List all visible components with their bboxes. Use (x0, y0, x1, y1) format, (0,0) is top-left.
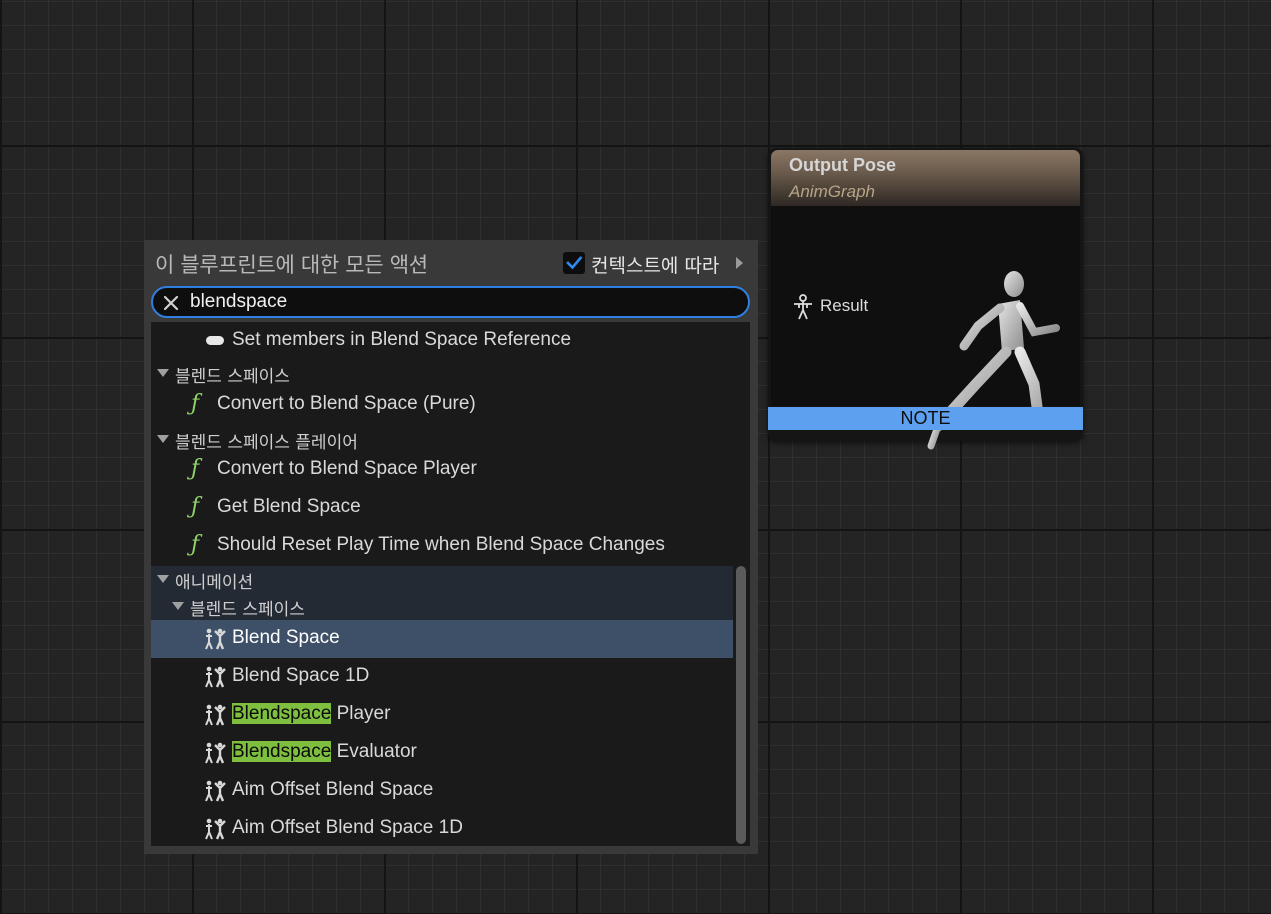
note-bar[interactable]: NOTE (768, 407, 1083, 430)
animation-node-icon (205, 780, 226, 802)
list-item-label: Get Blend Space (217, 496, 361, 517)
list-item[interactable]: ƒ Convert to Blend Space (Pure) (151, 386, 733, 424)
search-box (151, 286, 750, 318)
list-item[interactable]: Set members in Blend Space Reference (151, 322, 733, 360)
category-label: 애니메이션 (175, 573, 254, 593)
variable-pill-icon (206, 336, 224, 345)
list-item-label: Convert to Blend Space (Pure) (217, 393, 476, 414)
animation-node-icon (205, 666, 226, 688)
expand-arrow-icon[interactable] (736, 257, 743, 269)
animation-node-icon (205, 818, 226, 840)
animation-node-icon (205, 742, 226, 764)
category-header[interactable]: 블렌드 스페이스 플레이어 (151, 426, 733, 453)
list-item-selected[interactable]: Blend Space (151, 620, 733, 658)
function-icon: ƒ (191, 494, 200, 519)
category-header[interactable]: 블렌드 스페이스 (151, 593, 733, 620)
function-icon: ƒ (191, 391, 200, 416)
collapse-triangle-icon[interactable] (172, 602, 184, 610)
list-item[interactable]: Blendspace Evaluator (151, 734, 733, 772)
scrollbar-thumb[interactable] (736, 566, 746, 844)
category-label: 블렌드 스페이스 (175, 367, 290, 387)
action-menu-title: 이 블루프린트에 대한 모든 액션 (155, 253, 428, 277)
context-sensitive-label[interactable]: 컨텍스트에 따라 (591, 251, 719, 278)
list-item-label-rest: Evaluator (331, 741, 417, 762)
list-item-label: Blendspace Evaluator (232, 741, 417, 763)
list-item-label: Convert to Blend Space Player (217, 458, 477, 479)
function-icon: ƒ (191, 532, 200, 557)
list-item-label: Blendspace Player (232, 703, 390, 725)
list-item[interactable]: ƒ Convert to Blend Space Player (151, 451, 733, 489)
collapse-triangle-icon[interactable] (157, 575, 169, 583)
node-subtitle: AnimGraph (789, 182, 875, 201)
category-header[interactable]: 애니메이션 (151, 566, 733, 593)
list-item[interactable]: Blendspace Player (151, 696, 733, 734)
node-body (771, 206, 1080, 450)
list-item[interactable]: ƒ Get Blend Space (151, 489, 733, 527)
category-label: 블렌드 스페이스 플레이어 (175, 433, 358, 453)
list-item[interactable]: Blend Space 1D (151, 658, 733, 696)
category-header[interactable]: 블렌드 스페이스 (151, 360, 733, 387)
search-match-highlight: Blendspace (232, 703, 332, 724)
list-item-label: Blend Space 1D (232, 665, 370, 686)
checkmark-icon (566, 256, 583, 270)
function-icon: ƒ (191, 456, 200, 481)
list-item-label-rest: Player (331, 703, 391, 724)
output-pose-node[interactable]: Output Pose AnimGraph Result NOTE (768, 148, 1083, 450)
list-item-label: Blend Space (232, 627, 340, 648)
result-pin-label: Result (820, 296, 869, 315)
search-input[interactable] (190, 290, 730, 314)
list-item[interactable]: Aim Offset Blend Space (151, 772, 733, 810)
mannequin-preview-icon (927, 271, 1070, 450)
animation-node-icon (205, 704, 226, 726)
action-menu: 이 블루프린트에 대한 모든 액션 컨텍스트에 따라 Set members i… (144, 240, 758, 854)
category-label: 블렌드 스페이스 (190, 600, 305, 620)
clear-search-icon[interactable] (163, 295, 179, 311)
list-item[interactable]: Aim Offset Blend Space 1D (151, 810, 733, 846)
list-item-label: Aim Offset Blend Space 1D (232, 817, 463, 838)
list-item-label: Should Reset Play Time when Blend Space … (217, 534, 665, 555)
pose-pin-icon[interactable] (791, 294, 815, 320)
list-item[interactable]: ƒ Should Reset Play Time when Blend Spac… (151, 527, 733, 565)
node-header[interactable]: Output Pose AnimGraph (771, 150, 1080, 206)
node-title: Output Pose (789, 155, 896, 175)
list-item-label: Set members in Blend Space Reference (232, 329, 572, 350)
list-item-label: Aim Offset Blend Space (232, 779, 434, 800)
collapse-triangle-icon[interactable] (157, 369, 169, 377)
action-list: Set members in Blend Space Reference 블렌드… (151, 322, 750, 846)
context-sensitive-checkbox[interactable] (563, 252, 585, 274)
search-match-highlight: Blendspace (232, 741, 332, 762)
collapse-triangle-icon[interactable] (157, 435, 169, 443)
animation-node-icon (205, 628, 226, 650)
action-menu-header: 이 블루프린트에 대한 모든 액션 컨텍스트에 따라 (144, 240, 758, 286)
